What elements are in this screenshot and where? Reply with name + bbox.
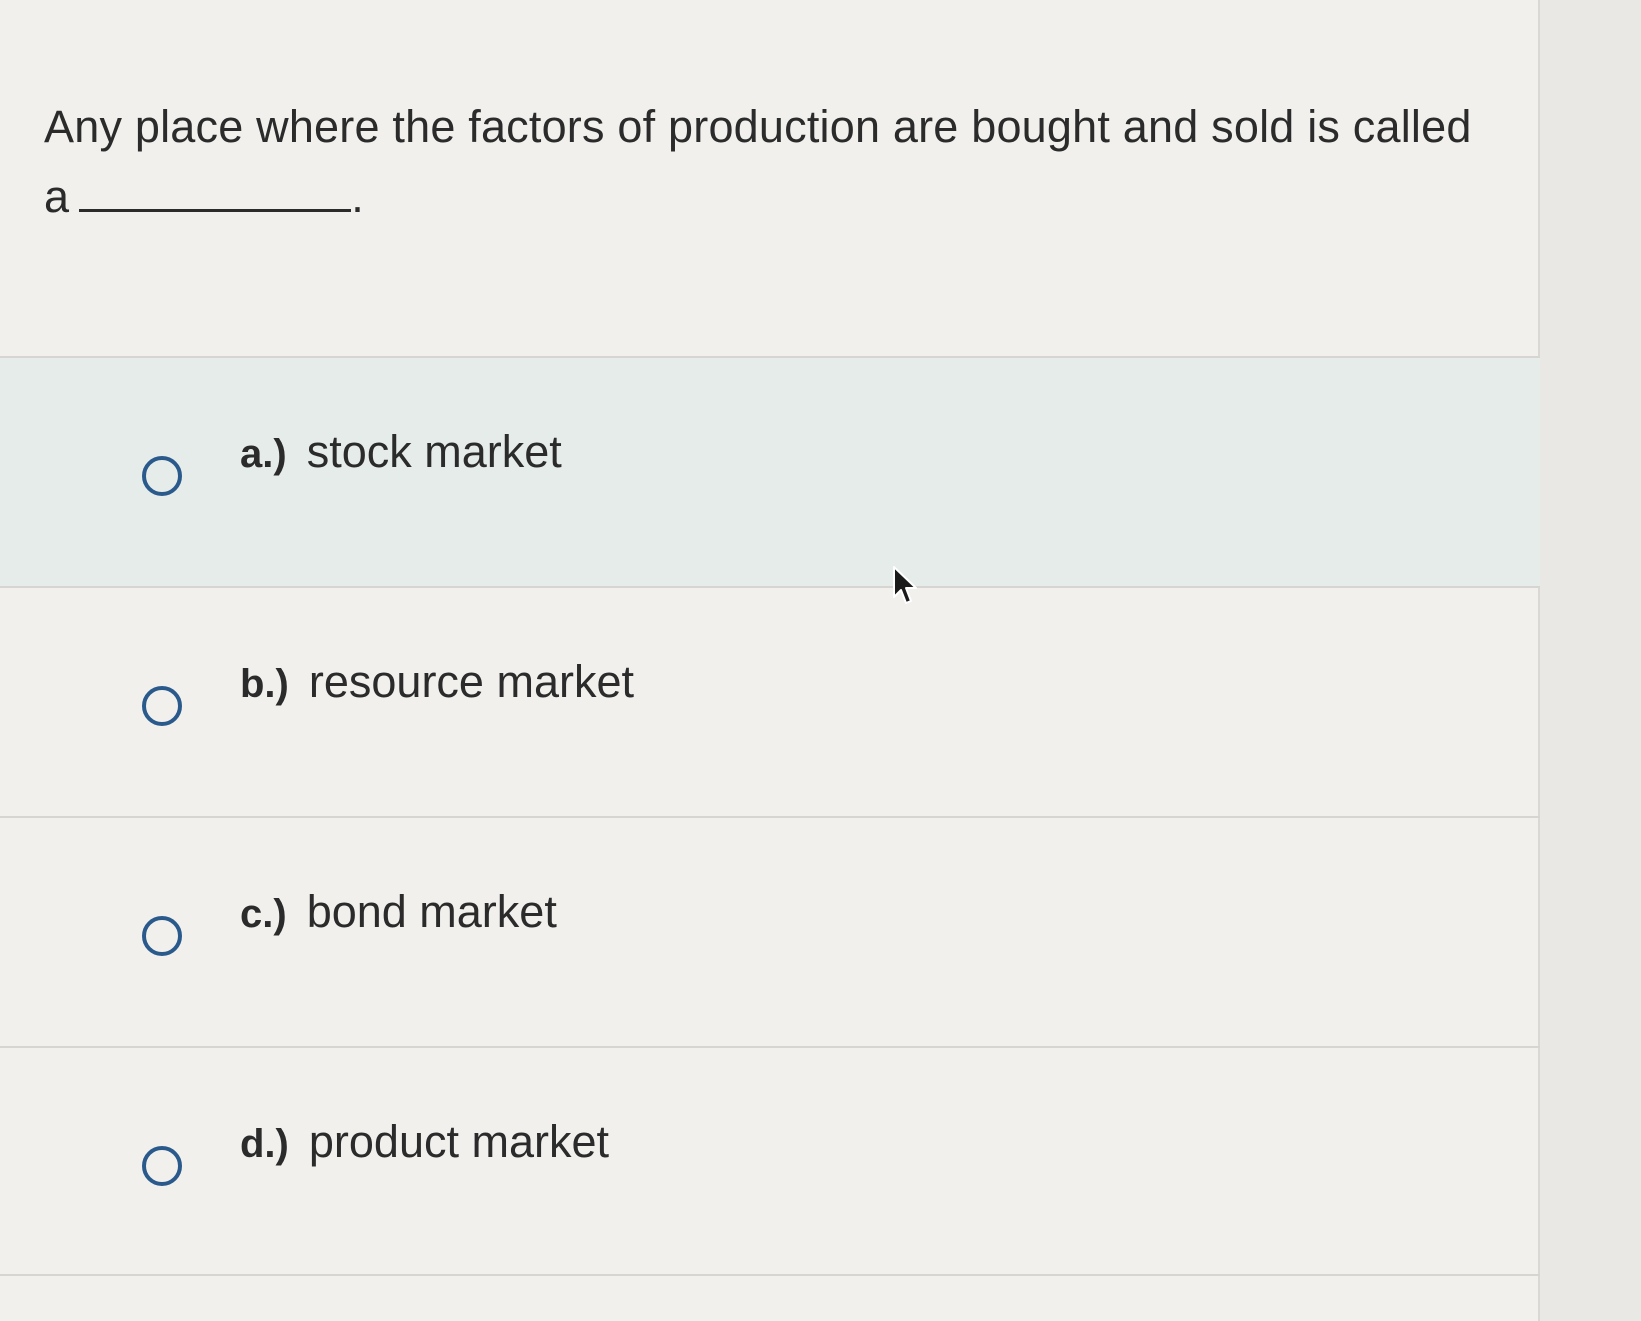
option-label: stock market: [306, 426, 562, 477]
page-margin: [1540, 0, 1641, 1321]
option-c[interactable]: c.) bond market: [0, 816, 1540, 1046]
radio-empty-icon[interactable]: [142, 916, 182, 956]
option-label: resource market: [308, 656, 634, 707]
radio-empty-icon[interactable]: [142, 1146, 182, 1186]
option-label: product market: [308, 1116, 609, 1167]
question-end-punct: .: [351, 171, 364, 222]
option-a-text: a.) stock market: [240, 426, 562, 478]
option-d[interactable]: d.) product market: [0, 1046, 1540, 1276]
radio-empty-icon[interactable]: [142, 456, 182, 496]
option-b[interactable]: b.) resource market: [0, 586, 1540, 816]
question-card: Any place where the factors of productio…: [0, 0, 1540, 1321]
option-a[interactable]: a.) stock market: [0, 356, 1540, 586]
option-label: bond market: [306, 886, 557, 937]
option-letter: a.): [240, 432, 287, 476]
question-text: Any place where the factors of productio…: [44, 101, 1472, 222]
option-letter: c.): [240, 892, 287, 936]
answer-options: a.) stock market b.) resource market c.) bo…: [0, 356, 1540, 1276]
radio-empty-icon[interactable]: [142, 686, 182, 726]
question-prompt: Any place where the factors of productio…: [44, 92, 1504, 232]
option-d-text: d.) product market: [240, 1116, 609, 1168]
mouse-pointer-icon: [893, 566, 917, 604]
option-c-text: c.) bond market: [240, 886, 557, 938]
option-letter: d.): [240, 1122, 289, 1166]
option-b-text: b.) resource market: [240, 656, 634, 708]
option-letter: b.): [240, 662, 289, 706]
fill-in-blank: [79, 205, 352, 212]
